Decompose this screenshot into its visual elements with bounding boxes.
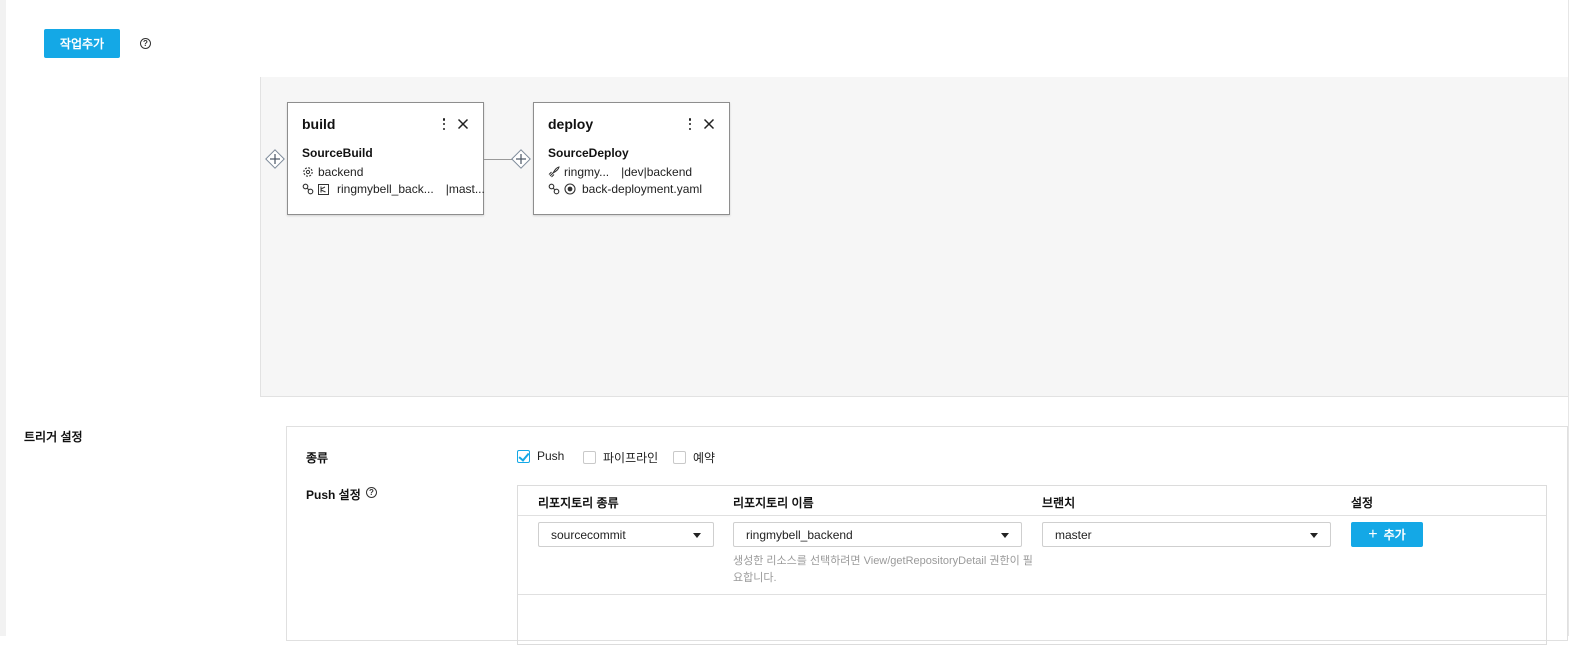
- repository-icon: [318, 183, 329, 195]
- caret-down-icon: [693, 533, 701, 538]
- right-scroll-area: [1568, 0, 1595, 636]
- repo-name-select[interactable]: ringmybell_backend: [733, 522, 1022, 547]
- column-header-repo-name: 리포지토리 이름: [733, 496, 814, 510]
- job-title: deploy: [548, 116, 594, 132]
- help-icon[interactable]: ?: [366, 487, 377, 498]
- more-vertical-icon[interactable]: [441, 118, 447, 130]
- button-label: 추가: [1383, 528, 1406, 542]
- more-vertical-icon[interactable]: [687, 118, 693, 130]
- column-header-settings: 설정: [1351, 496, 1374, 510]
- manifest-icon: [564, 183, 576, 195]
- stage-connector: [484, 159, 512, 160]
- plus-icon: +: [1368, 525, 1378, 543]
- checkbox-label: 예약: [693, 451, 716, 465]
- checkbox-unchecked-icon[interactable]: [673, 451, 686, 464]
- deploy-target: ringmy...: [564, 165, 610, 179]
- branch-name: |mast...: [445, 182, 485, 196]
- link-icon: [548, 183, 560, 195]
- add-stage-node-middle[interactable]: [511, 149, 531, 169]
- select-value: master: [1055, 527, 1092, 542]
- job-type: SourceDeploy: [548, 146, 629, 160]
- job-title: build: [302, 116, 336, 132]
- checkbox-checked-icon[interactable]: [517, 449, 530, 463]
- add-job-button[interactable]: 작업추가: [44, 29, 120, 58]
- select-value: ringmybell_backend: [746, 527, 853, 542]
- trigger-type-label: 종류: [306, 451, 329, 465]
- gear-icon: [303, 167, 313, 177]
- table-row-divider: [518, 594, 1546, 595]
- repository-name: ringmybell_back...: [337, 182, 434, 196]
- checkbox-pipeline[interactable]: 파이프라인: [583, 449, 658, 466]
- build-project-name: backend: [318, 165, 364, 179]
- left-edge: [0, 0, 6, 636]
- permission-hint: 생성한 리소스를 선택하려면 View/getRepositoryDetail …: [733, 555, 1033, 584]
- trigger-section-label: 트리거 설정: [24, 430, 83, 444]
- push-settings-table: 리포지토리 종류 리포지토리 이름 브랜치 설정 sourcecommit ri…: [517, 485, 1547, 645]
- add-stage-node-start[interactable]: [265, 149, 285, 169]
- deploy-env: |dev|backend: [621, 165, 693, 179]
- column-header-repo-type: 리포지토리 종류: [538, 496, 619, 510]
- caret-down-icon: [1001, 533, 1009, 538]
- job-card-deploy[interactable]: deploy SourceDeploy ringmy... |dev|backe…: [533, 102, 730, 215]
- close-icon[interactable]: [703, 118, 715, 130]
- checkbox-push[interactable]: Push: [517, 449, 564, 463]
- manifest-file: back-deployment.yaml: [582, 182, 703, 196]
- push-settings-label: Push 설정: [306, 488, 361, 502]
- checkbox-label: Push: [537, 449, 565, 463]
- select-value: sourcecommit: [551, 527, 626, 542]
- job-source-row: back-deployment.yaml: [548, 182, 702, 196]
- add-repository-button[interactable]: + 추가: [1351, 522, 1423, 547]
- job-detail-row: backend: [302, 165, 363, 179]
- column-header-branch: 브랜치: [1042, 496, 1076, 510]
- link-icon: [302, 183, 314, 195]
- rocket-icon: [548, 166, 560, 178]
- checkbox-label: 파이프라인: [603, 451, 659, 465]
- help-icon[interactable]: ?: [140, 38, 151, 49]
- repo-type-select[interactable]: sourcecommit: [538, 522, 714, 547]
- caret-down-icon: [1310, 533, 1318, 538]
- checkbox-unchecked-icon[interactable]: [583, 451, 596, 464]
- job-type: SourceBuild: [302, 146, 373, 160]
- job-card-build[interactable]: build SourceBuild backend ringmybell_bac…: [287, 102, 485, 215]
- job-source-row: ringmybell_back... |mast...: [302, 182, 485, 196]
- job-detail-row: ringmy... |dev|backend: [548, 165, 692, 179]
- close-icon[interactable]: [457, 118, 469, 130]
- pipeline-canvas: build SourceBuild backend ringmybell_bac…: [260, 77, 1568, 397]
- branch-select[interactable]: master: [1042, 522, 1331, 547]
- table-header-divider: [518, 515, 1546, 516]
- checkbox-schedule[interactable]: 예약: [673, 449, 715, 466]
